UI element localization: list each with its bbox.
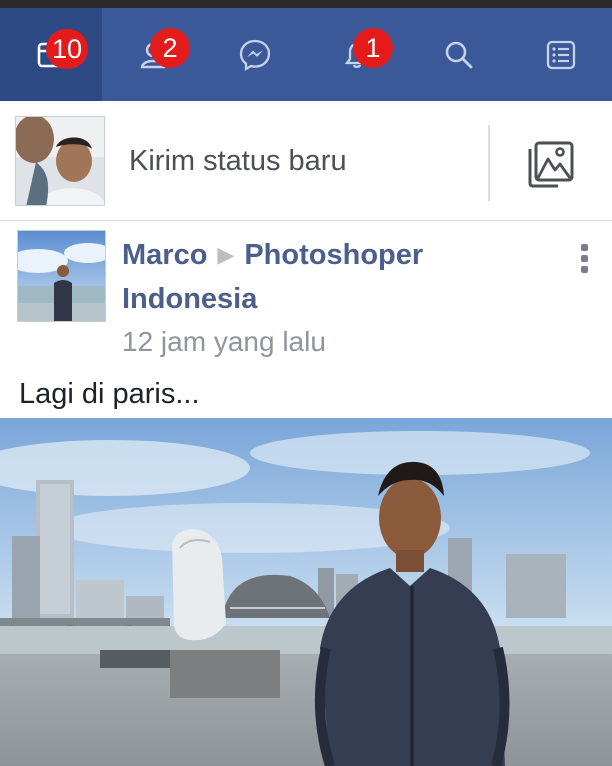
- tab-messenger[interactable]: [204, 8, 306, 101]
- post-author-name[interactable]: Marco: [122, 239, 207, 271]
- system-status-bar: [0, 0, 612, 8]
- post-options-button[interactable]: [574, 244, 594, 284]
- tab-notifications[interactable]: 1: [306, 8, 408, 101]
- photo-icon: [528, 141, 574, 188]
- post-timestamp[interactable]: 12 jam yang lalu: [122, 322, 552, 362]
- add-photo-button[interactable]: [522, 139, 578, 191]
- messenger-icon: [239, 39, 271, 71]
- shared-to-arrow-icon: ▶: [217, 242, 235, 267]
- notifications-badge: 1: [353, 28, 393, 68]
- post-author-avatar[interactable]: [17, 230, 106, 322]
- search-icon: [445, 41, 473, 68]
- composer-divider: [488, 125, 490, 201]
- friend-requests-badge: 2: [150, 28, 190, 68]
- status-composer: Kirim status baru: [0, 101, 612, 221]
- tab-menu[interactable]: [510, 8, 612, 101]
- post-caption: Lagi di paris...: [19, 378, 200, 410]
- user-avatar[interactable]: [15, 116, 105, 206]
- tab-news-feed[interactable]: 10: [0, 8, 102, 101]
- post-header: Marco ▶ Photoshoper Indonesia 12 jam yang …: [122, 234, 552, 362]
- post-photo[interactable]: [0, 418, 612, 766]
- news-feed-badge: 10: [46, 29, 89, 69]
- status-input[interactable]: Kirim status baru: [129, 145, 347, 178]
- menu-icon: [546, 40, 576, 69]
- post-author-line: Marco ▶ Photoshoper Indonesia: [122, 234, 552, 320]
- top-navigation-bar: 10 2 1: [0, 8, 612, 101]
- more-vertical-icon: [574, 244, 594, 273]
- tab-friend-requests[interactable]: 2: [102, 8, 204, 101]
- tab-search[interactable]: [408, 8, 510, 101]
